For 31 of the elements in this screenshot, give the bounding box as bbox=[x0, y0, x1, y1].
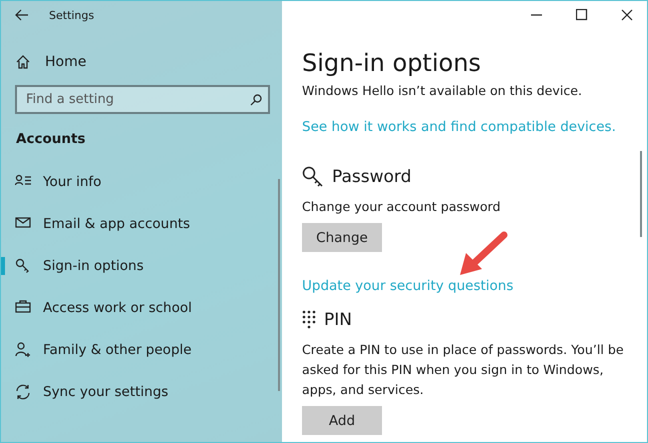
section-heading: Accounts bbox=[16, 131, 86, 147]
section-title: PIN bbox=[324, 310, 352, 330]
section-description: Create a PIN to use in place of passwords. You’ll be asked for this PIN when you sign in to Windows, apps, and services. bbox=[302, 341, 625, 399]
window-title: Settings bbox=[49, 8, 94, 22]
add-button[interactable]: Add bbox=[302, 406, 382, 435]
search-field[interactable]: Find a setting bbox=[15, 85, 270, 114]
nav-item[interactable]: Your info bbox=[1, 161, 102, 203]
annotation-arrow bbox=[458, 231, 508, 277]
change-button[interactable]: Change bbox=[302, 223, 382, 252]
nav-item[interactable]: Email & app accounts bbox=[1, 203, 190, 245]
maximize-icon[interactable] bbox=[576, 9, 588, 21]
nav-item[interactable]: Sign-in options bbox=[1, 245, 144, 287]
page-title: Sign-in options bbox=[302, 49, 481, 77]
key-icon bbox=[15, 258, 31, 274]
close-icon[interactable] bbox=[621, 9, 633, 21]
section-title: Password bbox=[332, 167, 412, 187]
section-description: Change your account password bbox=[302, 198, 502, 216]
key-icon bbox=[302, 166, 324, 188]
nav-item[interactable]: Family & other people bbox=[1, 329, 192, 371]
keypad-icon bbox=[302, 310, 316, 330]
search-icon bbox=[250, 94, 262, 106]
nav-item[interactable]: Sync your settings bbox=[1, 371, 168, 413]
person-add-icon bbox=[15, 342, 31, 358]
home-icon bbox=[16, 55, 30, 69]
back-icon[interactable] bbox=[15, 9, 29, 21]
nav-item[interactable]: Access work or school bbox=[1, 287, 192, 329]
scrollbar[interactable] bbox=[640, 151, 642, 237]
scrollbar[interactable] bbox=[278, 179, 280, 391]
home-item[interactable]: Home bbox=[16, 51, 86, 73]
info-text: Windows Hello isn’t available on this device. bbox=[302, 82, 584, 100]
sync-icon bbox=[15, 384, 31, 400]
